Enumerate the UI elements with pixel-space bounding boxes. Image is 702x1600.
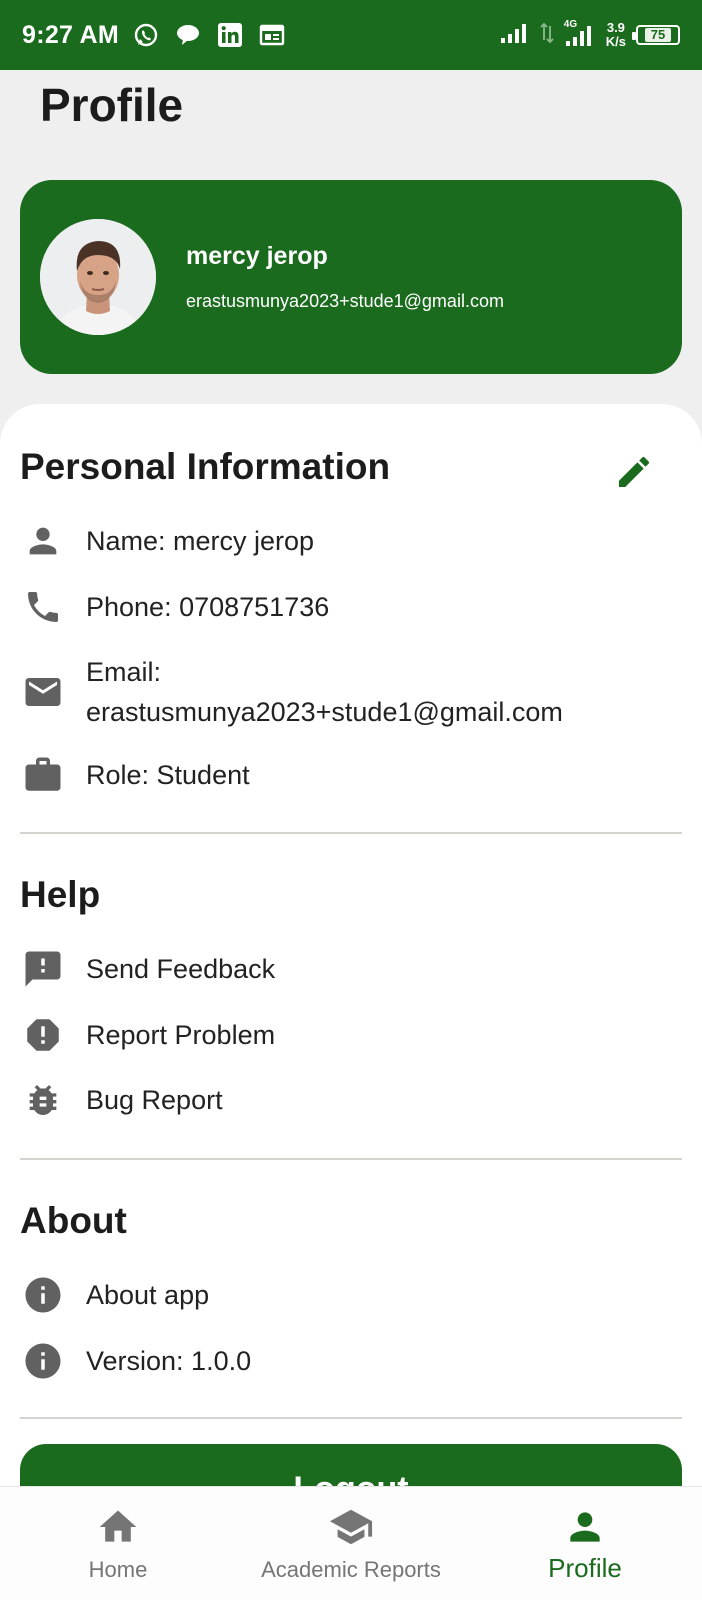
signal-icon xyxy=(500,22,530,49)
info-row-email: Email: erastusmunya2023+stude1@gmail.com xyxy=(20,652,680,732)
profile-card-text: mercy jerop erastusmunya2023+stude1@gmai… xyxy=(186,242,504,312)
info-email-label: Email: xyxy=(86,657,162,687)
email-icon xyxy=(20,671,66,713)
page-title: Profile xyxy=(40,79,184,131)
home-icon xyxy=(96,1507,140,1547)
pencil-icon xyxy=(619,456,650,487)
divider xyxy=(20,1158,682,1160)
battery-icon: 75 xyxy=(632,25,680,45)
send-feedback-label: Send Feedback xyxy=(86,954,276,984)
info-role-text: Role: Student xyxy=(86,760,250,790)
report-problem-label: Report Problem xyxy=(86,1020,276,1050)
info-email-text: Email: erastusmunya2023+stude1@gmail.com xyxy=(86,652,563,732)
help-report-problem[interactable]: Report Problem xyxy=(20,1014,680,1056)
divider xyxy=(20,1417,682,1419)
chat-bubble-icon xyxy=(175,22,201,48)
linkedin-icon xyxy=(217,22,243,48)
briefcase-icon xyxy=(20,754,66,796)
about-title: About xyxy=(20,1200,127,1241)
network-speed: 3.9 K/s xyxy=(605,20,626,49)
battery-level: 75 xyxy=(644,28,672,42)
profile-name: mercy jerop xyxy=(186,242,328,270)
info-email-value: erastusmunya2023+stude1@gmail.com xyxy=(86,697,563,727)
nav-home[interactable]: Home xyxy=(60,1487,176,1600)
data-arrows-icon xyxy=(540,22,554,49)
avatar xyxy=(40,219,156,335)
help-title: Help xyxy=(20,874,101,915)
phone-icon xyxy=(20,587,66,627)
notification-icons xyxy=(133,22,285,48)
person-icon xyxy=(20,521,66,561)
profile-email: erastusmunya2023+stude1@gmail.com xyxy=(186,291,504,311)
version-label: Version: 1.0.0 xyxy=(86,1346,252,1376)
nav-profile-label: Profile xyxy=(548,1553,622,1583)
info-icon xyxy=(20,1340,66,1382)
content-sheet xyxy=(0,404,702,1600)
status-time: 9:27 AM xyxy=(22,20,120,49)
feedback-icon xyxy=(20,948,66,990)
help-bug-report[interactable]: Bug Report xyxy=(20,1080,680,1120)
status-right: 4G 3.9 K/s 75 xyxy=(500,19,680,49)
info-phone-text: Phone: 0708751736 xyxy=(86,592,330,622)
nav-home-label: Home xyxy=(88,1557,148,1582)
status-bar: 9:27 AM 4G 3.9 K/s 75 xyxy=(0,0,702,70)
nav-profile[interactable]: Profile xyxy=(530,1487,640,1600)
version-row: Version: 1.0.0 xyxy=(20,1340,680,1382)
bug-icon xyxy=(20,1080,66,1120)
info-row-name: Name: mercy jerop xyxy=(20,521,680,561)
whatsapp-icon xyxy=(133,22,159,48)
graduation-cap-icon xyxy=(328,1507,374,1547)
about-app-row[interactable]: About app xyxy=(20,1274,680,1316)
bug-report-label: Bug Report xyxy=(86,1085,223,1115)
info-name-text: Name: mercy jerop xyxy=(86,526,315,556)
nav-academic-reports-label: Academic Reports xyxy=(261,1557,441,1582)
about-app-label: About app xyxy=(86,1280,210,1310)
info-icon xyxy=(20,1274,66,1316)
info-row-role: Role: Student xyxy=(20,754,680,796)
person-icon xyxy=(563,1507,607,1547)
help-send-feedback[interactable]: Send Feedback xyxy=(20,948,680,990)
profile-card: mercy jerop erastusmunya2023+stude1@gmai… xyxy=(20,180,682,374)
info-row-phone: Phone: 0708751736 xyxy=(20,587,680,627)
report-problem-icon xyxy=(20,1014,66,1056)
signal-4g-icon: 4G xyxy=(564,19,596,47)
edit-profile-button[interactable] xyxy=(612,450,656,494)
nav-academic-reports[interactable]: Academic Reports xyxy=(244,1487,458,1600)
bottom-nav: Home Academic Reports Profile xyxy=(0,1486,702,1600)
calendar-icon xyxy=(259,23,285,47)
personal-info-title: Personal Information xyxy=(20,446,391,487)
divider xyxy=(20,832,682,834)
